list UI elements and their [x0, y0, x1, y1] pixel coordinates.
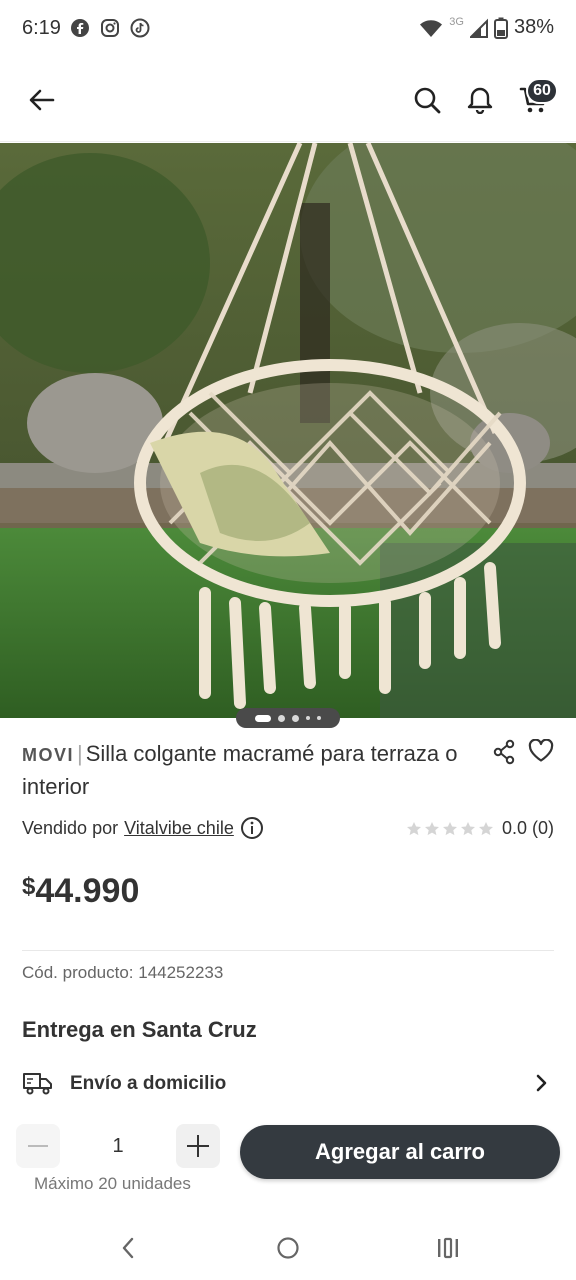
notification-icons — [70, 18, 150, 38]
product-image[interactable] — [0, 143, 576, 718]
nav-home-button[interactable] — [272, 1232, 304, 1264]
favorite-button[interactable] — [528, 738, 554, 768]
carousel-dot[interactable] — [278, 714, 285, 722]
search-icon — [414, 87, 441, 114]
notifications-button[interactable] — [462, 82, 498, 118]
chevron-right-icon — [536, 1074, 547, 1092]
share-icon — [493, 739, 515, 765]
hanging-chair-photo — [0, 143, 576, 718]
product-title: Silla colgante macramé para terraza o in… — [22, 741, 458, 799]
brand-separator: | — [77, 741, 83, 766]
delivery-title: Entrega en Santa Cruz — [22, 1017, 257, 1042]
quantity-increase-button[interactable] — [176, 1124, 220, 1168]
add-to-cart-button[interactable]: Agregar al carro — [240, 1125, 560, 1179]
status-bar: 6:19 3G 38% — [0, 0, 576, 60]
info-icon[interactable] — [240, 816, 264, 840]
star-empty-icon — [406, 821, 421, 835]
seller-link[interactable]: Vitalvibe chile — [124, 818, 234, 839]
wifi-icon — [420, 19, 443, 37]
minus-icon — [28, 1145, 48, 1147]
divider — [22, 950, 554, 951]
rating-text: 0.0 (0) — [501, 818, 554, 838]
plus-icon — [187, 1135, 209, 1157]
product-rating[interactable]: 0.0 (0) — [406, 818, 554, 839]
system-indicators: 3G 38% — [419, 16, 554, 39]
search-button[interactable] — [409, 82, 445, 118]
max-units-note: Máximo 20 unidades — [34, 1174, 191, 1193]
carousel-indicator[interactable] — [236, 708, 340, 728]
product-code: Cód. producto: 144252233 — [22, 963, 224, 982]
star-empty-icon — [460, 821, 475, 835]
star-empty-icon — [424, 821, 439, 835]
facebook-icon — [71, 19, 89, 37]
star-empty-icon — [442, 821, 457, 835]
network-type: 3G — [449, 15, 464, 28]
share-button[interactable] — [492, 739, 516, 770]
carousel-dot[interactable] — [317, 716, 321, 720]
nav-recents-icon — [438, 1237, 458, 1259]
quantity-value[interactable]: 1 — [60, 1124, 176, 1168]
delivery-truck-icon — [23, 1073, 52, 1095]
bell-icon — [467, 87, 493, 114]
quantity-decrease-button[interactable] — [16, 1124, 60, 1168]
price-value: 44.990 — [35, 872, 140, 910]
instagram-icon — [101, 19, 119, 37]
back-arrow-icon — [29, 89, 55, 111]
nav-back-icon — [122, 1237, 134, 1259]
carousel-dot-active[interactable] — [255, 714, 271, 722]
heart-icon — [528, 738, 554, 762]
nav-recents-button[interactable] — [432, 1232, 464, 1264]
rating-stars — [406, 821, 494, 837]
battery-percent: 38% — [513, 16, 554, 38]
star-empty-icon — [478, 821, 493, 835]
carousel-dot[interactable] — [292, 714, 299, 722]
battery-icon — [493, 17, 508, 39]
seller-info: Vendido por Vitalvibe chile — [22, 816, 264, 840]
brand-name[interactable]: MOVI — [22, 745, 74, 765]
status-time: 6:19 — [22, 17, 61, 39]
nav-home-icon — [277, 1237, 299, 1259]
system-nav-bar — [0, 1218, 576, 1280]
tiktok-icon — [130, 18, 150, 38]
seller-prefix: Vendido por — [22, 817, 119, 838]
signal-icon — [469, 18, 488, 38]
home-delivery-option[interactable]: Envío a domicilio — [22, 1066, 554, 1102]
back-button[interactable] — [24, 82, 60, 118]
product-price: $44.990 — [22, 872, 139, 911]
price-currency: $ — [22, 873, 36, 900]
product-title-block: MOVI | Silla colgante macramé para terraza… — [22, 738, 482, 803]
delivery-option-label: Envío a domicilio — [70, 1073, 227, 1094]
cart-count-badge: 60 — [526, 78, 558, 104]
carousel-dot[interactable] — [306, 716, 310, 720]
nav-back-button[interactable] — [112, 1232, 144, 1264]
